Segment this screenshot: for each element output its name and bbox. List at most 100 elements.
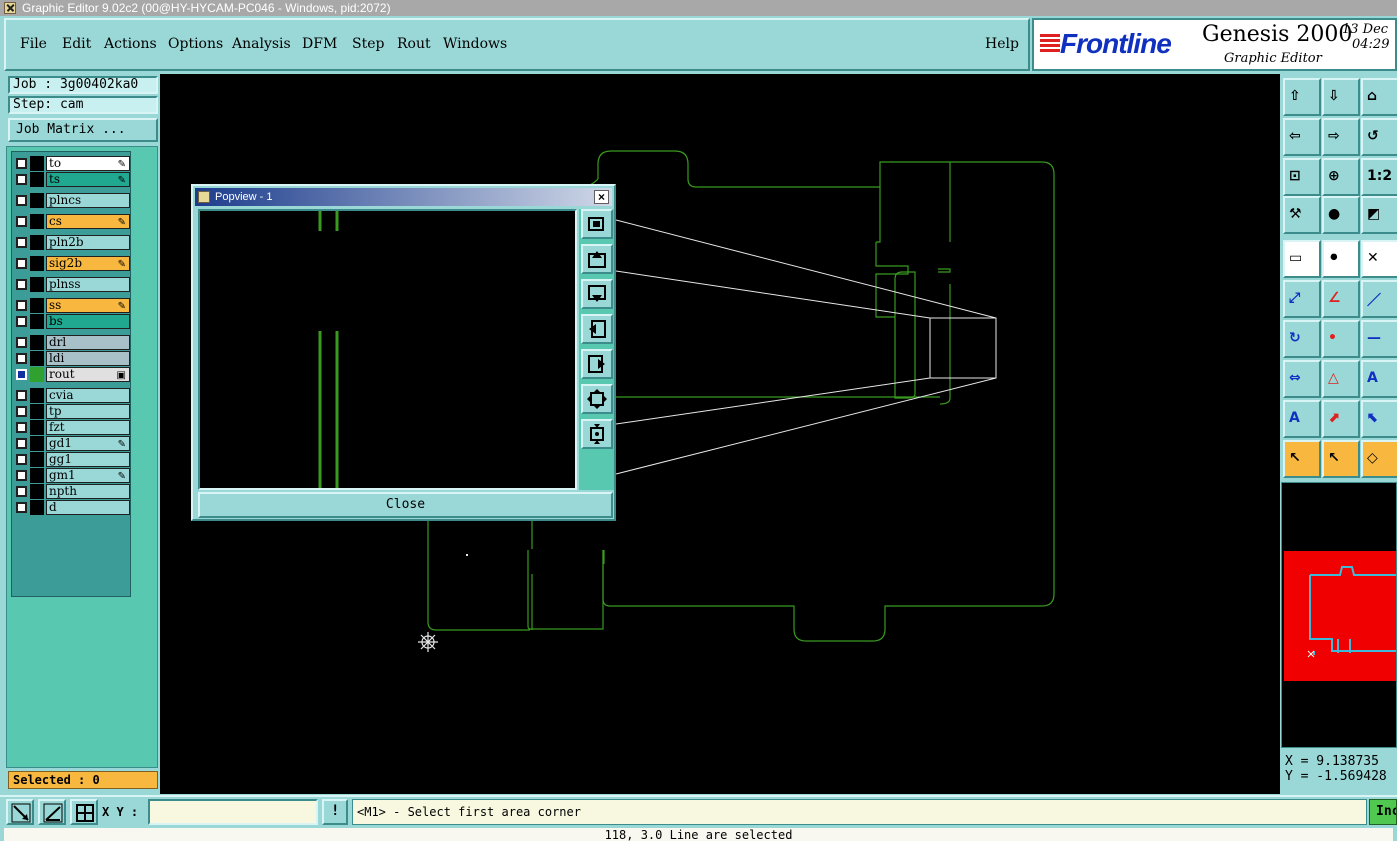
xy-input[interactable]: [148, 799, 318, 825]
layer-checkbox[interactable]: [16, 502, 27, 513]
menu-options[interactable]: Options: [168, 36, 223, 52]
layer-color-swatch[interactable]: [30, 172, 44, 187]
layer-name[interactable]: d: [46, 500, 130, 515]
zoom-center-button[interactable]: ⊕: [1322, 158, 1360, 196]
layer-row-pln2b[interactable]: pln2b: [14, 235, 130, 250]
layer-row-to[interactable]: to ✎: [14, 156, 130, 171]
layer-checkbox[interactable]: [16, 174, 27, 185]
layer-row-gm1[interactable]: gm1 ✎: [14, 468, 130, 483]
layer-name[interactable]: gd1 ✎: [46, 436, 130, 451]
layer-checkbox[interactable]: [16, 279, 27, 290]
snap-mode-button[interactable]: [6, 799, 34, 825]
ruler-button[interactable]: ✕: [1361, 240, 1397, 278]
point-button[interactable]: ⇔: [1283, 360, 1321, 398]
layer-checkbox[interactable]: [16, 300, 27, 311]
layer-checkbox[interactable]: [16, 237, 27, 248]
pop-zoom-in-button[interactable]: [581, 209, 613, 239]
layer-row-gg1[interactable]: gg1: [14, 452, 130, 467]
popview-title-bar[interactable]: Popview - 1 ×: [195, 188, 612, 206]
angle-button[interactable]: ↻: [1283, 320, 1321, 358]
layer-color-swatch[interactable]: [30, 335, 44, 350]
grid-mode-button[interactable]: [70, 799, 98, 825]
layer-checkbox[interactable]: [16, 390, 27, 401]
angle-mode-button[interactable]: [38, 799, 66, 825]
home-view-button[interactable]: ⌂: [1361, 78, 1397, 116]
layer-checkbox[interactable]: [16, 438, 27, 449]
layer-name[interactable]: ss ✎: [46, 298, 130, 313]
layer-name[interactable]: pln2b: [46, 235, 130, 250]
layer-row-fzt[interactable]: fzt: [14, 420, 130, 435]
menu-help[interactable]: Help: [985, 36, 1019, 52]
layer-name[interactable]: to ✎: [46, 156, 130, 171]
layer-color-swatch[interactable]: [30, 256, 44, 271]
layer-color-swatch[interactable]: [30, 367, 44, 382]
zoom-back-button[interactable]: ↺: [1361, 118, 1397, 156]
segment-button[interactable]: △: [1322, 360, 1360, 398]
pointer-box-button[interactable]: ↖: [1322, 440, 1360, 478]
layer-name[interactable]: cvia: [46, 388, 130, 403]
layer-color-swatch[interactable]: [30, 404, 44, 419]
triangle-b-button[interactable]: ⬉: [1361, 400, 1397, 438]
pan-right-button[interactable]: ⇨: [1322, 118, 1360, 156]
rotate-button[interactable]: —: [1361, 320, 1397, 358]
layer-checkbox[interactable]: [16, 337, 27, 348]
popview-close-button[interactable]: Close: [198, 492, 613, 518]
menu-edit[interactable]: Edit: [62, 36, 91, 52]
layer-name[interactable]: fzt: [46, 420, 130, 435]
layer-checkbox[interactable]: [16, 406, 27, 417]
clip-button[interactable]: ⚫: [1322, 240, 1360, 278]
menu-analysis[interactable]: Analysis: [232, 36, 291, 52]
pop-pan-down-button[interactable]: [581, 279, 613, 309]
menu-rout[interactable]: Rout: [397, 36, 431, 52]
pointer-button[interactable]: ↖: [1283, 440, 1321, 478]
layer-checkbox[interactable]: [16, 470, 27, 481]
layer-color-swatch[interactable]: [30, 314, 44, 329]
job-matrix-button[interactable]: Job Matrix ...: [8, 118, 158, 142]
menu-step[interactable]: Step: [352, 36, 384, 52]
pan-left-button[interactable]: ⇦: [1283, 118, 1321, 156]
triangle-a-button[interactable]: ⬈: [1322, 400, 1360, 438]
layer-checkbox[interactable]: [16, 353, 27, 364]
zoom-fit-button[interactable]: ⊡: [1283, 158, 1321, 196]
exclaim-button[interactable]: !: [322, 799, 348, 825]
layer-name[interactable]: sig2b ✎: [46, 256, 130, 271]
layer-color-swatch[interactable]: [30, 156, 44, 171]
grid-button[interactable]: ●: [1322, 196, 1360, 234]
layer-row-ss[interactable]: ss ✎: [14, 298, 130, 313]
layer-row-sig2b[interactable]: sig2b ✎: [14, 256, 130, 271]
layer-name[interactable]: plncs: [46, 193, 130, 208]
node-button[interactable]: ⤢: [1283, 280, 1321, 318]
layer-color-swatch[interactable]: [30, 277, 44, 292]
pan-down-button[interactable]: ⇩: [1322, 78, 1360, 116]
layer-checkbox[interactable]: [16, 486, 27, 497]
layer-checkbox[interactable]: [16, 454, 27, 465]
layer-row-cs[interactable]: cs ✎: [14, 214, 130, 229]
overview-map[interactable]: [1281, 482, 1397, 748]
layer-checkbox[interactable]: [16, 258, 27, 269]
layer-color-swatch[interactable]: [30, 351, 44, 366]
layer-checkbox[interactable]: [16, 216, 27, 227]
layer-color-swatch[interactable]: [30, 388, 44, 403]
menu-file[interactable]: File: [20, 36, 47, 52]
popview-close-icon[interactable]: ×: [594, 190, 609, 204]
layer-name[interactable]: gg1: [46, 452, 130, 467]
increment-indicator[interactable]: Inc: [1369, 799, 1397, 825]
layer-color-swatch[interactable]: [30, 420, 44, 435]
layer-row-ldi[interactable]: ldi: [14, 351, 130, 366]
layer-checkbox[interactable]: [16, 195, 27, 206]
layer-color-swatch[interactable]: [30, 484, 44, 499]
layer-row-d[interactable]: d: [14, 500, 130, 515]
layer-row-drl[interactable]: drl: [14, 335, 130, 350]
triangle-small-button[interactable]: A: [1283, 400, 1321, 438]
layer-row-tp[interactable]: tp: [14, 404, 130, 419]
layer-color-swatch[interactable]: [30, 468, 44, 483]
menu-windows[interactable]: Windows: [443, 36, 507, 52]
layer-color-swatch[interactable]: [30, 500, 44, 515]
layer-color-swatch[interactable]: [30, 452, 44, 467]
layer-row-plncs[interactable]: plncs: [14, 193, 130, 208]
layer-row-cvia[interactable]: cvia: [14, 388, 130, 403]
layer-checkbox[interactable]: [16, 316, 27, 327]
layer-row-ts[interactable]: ts ✎: [14, 172, 130, 187]
line-button[interactable]: •: [1322, 320, 1360, 358]
layer-color-swatch[interactable]: [30, 193, 44, 208]
